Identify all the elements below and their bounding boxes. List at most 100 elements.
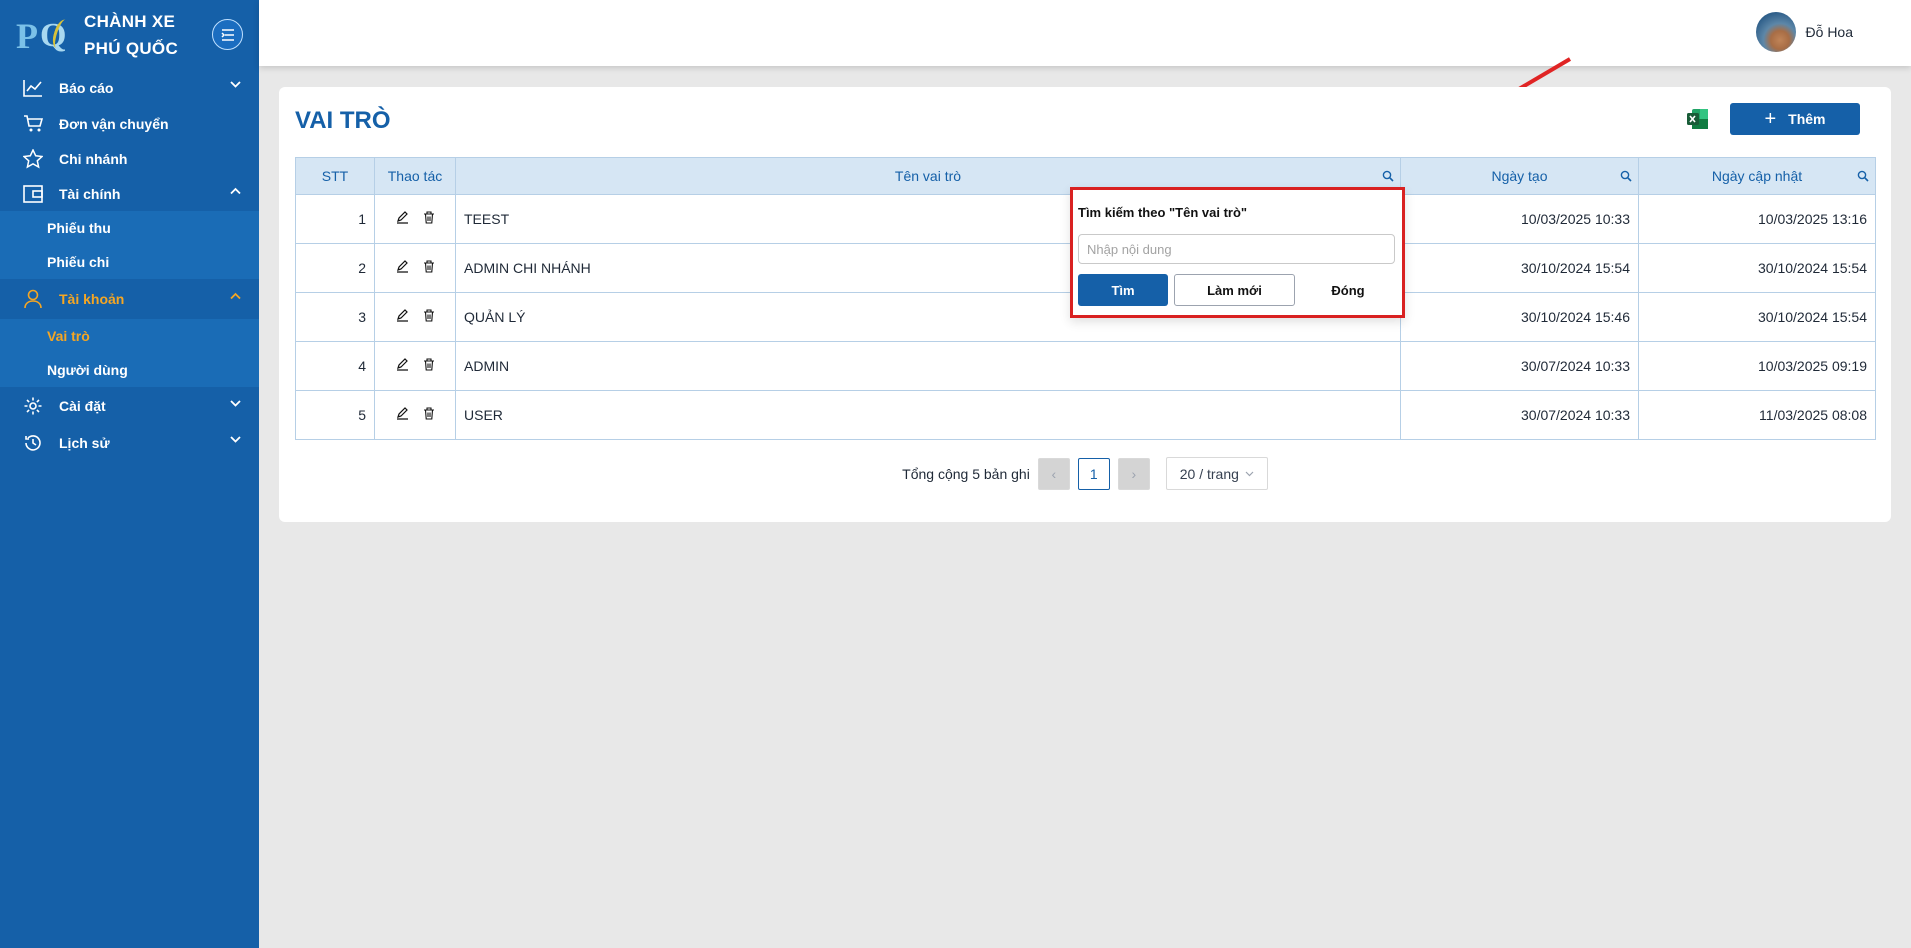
- sidebar-item-finance[interactable]: Tài chính: [0, 176, 259, 211]
- chevron-up-icon: [230, 187, 241, 195]
- chevron-down-icon: [230, 436, 241, 443]
- cell-role-name: ADMIN: [455, 341, 1401, 391]
- sidebar-item-label: Báo cáo: [59, 80, 114, 96]
- cell-actions: [374, 341, 456, 391]
- column-header-stt: STT: [295, 157, 375, 195]
- chevron-left-icon: ‹: [1051, 465, 1057, 482]
- cell-created: 30/10/2024 15:54: [1400, 243, 1639, 293]
- edit-icon[interactable]: [396, 260, 409, 273]
- cell-updated: 11/03/2025 08:08: [1638, 390, 1876, 440]
- top-header: Đỗ Hoa: [259, 0, 1911, 66]
- line-chart-icon: [22, 77, 44, 99]
- cell-actions: [374, 292, 456, 342]
- cart-icon: [22, 113, 44, 135]
- cell-actions: [374, 390, 456, 440]
- account-submenu: Vai trò Người dùng: [0, 319, 259, 387]
- sidebar-item-shipments[interactable]: Đơn vận chuyển: [0, 106, 259, 141]
- sidebar-item-label: Chi nhánh: [59, 150, 128, 167]
- menu-collapse-icon: [220, 28, 234, 41]
- total-records: Tổng cộng 5 bản ghi: [902, 465, 1030, 482]
- cell-created: 30/07/2024 10:33: [1400, 341, 1639, 391]
- wallet-icon: [22, 183, 44, 205]
- next-page-button[interactable]: ›: [1117, 457, 1150, 490]
- column-header-label: STT: [321, 168, 349, 184]
- delete-icon[interactable]: [423, 260, 435, 273]
- edit-icon[interactable]: [396, 309, 409, 322]
- column-header-label: Thao tác: [387, 168, 443, 184]
- sidebar-item-label: Lịch sử: [59, 434, 110, 451]
- sidebar-menu: Báo cáo Đơn vận chuyển Chi nhánh Tài chí…: [0, 70, 259, 460]
- brand-title: CHÀNH XE PHÚ QUỐC: [84, 8, 178, 62]
- sidebar-item-account[interactable]: Tài khoản: [0, 279, 259, 319]
- user-menu[interactable]: Đỗ Hoa: [1755, 12, 1853, 52]
- table-row: 5 USER 30/07/2024 10:33 11/03/2025 08:08: [295, 390, 1876, 440]
- cell-role-name: USER: [455, 390, 1401, 440]
- cell-updated: 10/03/2025 09:19: [1638, 341, 1876, 391]
- sidebar-item-receipts[interactable]: Phiếu thu: [0, 211, 259, 245]
- filter-reset-button[interactable]: Làm mới: [1174, 274, 1295, 306]
- sidebar-item-label: Tài khoản: [59, 291, 125, 307]
- excel-export-icon[interactable]: [1686, 107, 1710, 131]
- filter-search-button[interactable]: Tìm: [1078, 274, 1168, 306]
- history-icon: [22, 432, 44, 454]
- column-header-label: Ngày cập nhật: [1711, 168, 1803, 184]
- search-icon[interactable]: [1857, 170, 1869, 182]
- sidebar: PQ CHÀNH XE PHÚ QUỐC Báo cáo Đơn vận chu…: [0, 0, 259, 948]
- pagination: Tổng cộng 5 bản ghi ‹ 1 › 20 / trang: [279, 457, 1891, 490]
- filter-close-button[interactable]: Đóng: [1301, 274, 1395, 306]
- chevron-right-icon: ›: [1131, 465, 1137, 482]
- filter-popup-title: Tìm kiếm theo "Tên vai trò": [1078, 205, 1248, 220]
- edit-icon[interactable]: [396, 211, 409, 224]
- brand-logo: PQ: [14, 13, 73, 57]
- sidebar-item-roles[interactable]: Vai trò: [0, 319, 259, 353]
- sidebar-item-label: Đơn vận chuyển: [59, 115, 169, 132]
- column-header-actions: Thao tác: [374, 157, 456, 195]
- delete-icon[interactable]: [423, 309, 435, 322]
- brand-title-line2: PHÚ QUỐC: [84, 39, 179, 58]
- add-button[interactable]: + Thêm: [1730, 103, 1860, 135]
- prev-page-button[interactable]: ‹: [1037, 457, 1070, 490]
- sidebar-item-reports[interactable]: Báo cáo: [0, 70, 259, 106]
- delete-icon[interactable]: [423, 407, 435, 420]
- cell-stt: 4: [295, 341, 375, 391]
- star-icon: [22, 148, 44, 170]
- sidebar-item-history[interactable]: Lịch sử: [0, 425, 259, 460]
- search-icon[interactable]: [1382, 170, 1394, 182]
- delete-icon[interactable]: [423, 358, 435, 371]
- user-icon: [22, 288, 44, 310]
- page-size-select[interactable]: 20 / trang: [1165, 457, 1268, 490]
- cell-actions: [374, 194, 456, 244]
- sidebar-item-payments[interactable]: Phiếu chi: [0, 245, 259, 279]
- search-icon[interactable]: [1620, 170, 1632, 182]
- plus-icon: +: [1764, 108, 1777, 130]
- table-row: 4 ADMIN 30/07/2024 10:33 10/03/2025 09:1…: [295, 341, 1876, 391]
- brand: PQ CHÀNH XE PHÚ QUỐC: [0, 0, 259, 70]
- cell-stt: 1: [295, 194, 375, 244]
- sidebar-toggle-button[interactable]: [212, 19, 243, 50]
- edit-icon[interactable]: [396, 358, 409, 371]
- sidebar-item-users[interactable]: Người dùng: [0, 353, 259, 387]
- cell-updated: 10/03/2025 13:16: [1638, 194, 1876, 244]
- column-header-created: Ngày tạo: [1400, 157, 1639, 195]
- column-header-label: Ngày tạo: [1491, 168, 1548, 184]
- page-size-value: 20 / trang: [1179, 465, 1239, 482]
- delete-icon[interactable]: [423, 211, 435, 224]
- cell-actions: [374, 243, 456, 293]
- cell-stt: 3: [295, 292, 375, 342]
- column-header-label: Tên vai trò: [894, 168, 962, 184]
- sidebar-item-settings[interactable]: Cài đặt: [0, 387, 259, 425]
- sidebar-item-label: Tài chính: [59, 185, 121, 202]
- cell-stt: 5: [295, 390, 375, 440]
- cell-created: 30/10/2024 15:46: [1400, 292, 1639, 342]
- cell-stt: 2: [295, 243, 375, 293]
- sidebar-item-label: Cài đặt: [59, 398, 106, 414]
- gear-icon: [22, 395, 44, 417]
- add-button-label: Thêm: [1788, 111, 1826, 127]
- sidebar-item-branches[interactable]: Chi nhánh: [0, 141, 259, 176]
- cell-created: 10/03/2025 10:33: [1400, 194, 1639, 244]
- page-button-current[interactable]: 1: [1077, 457, 1110, 490]
- filter-search-input[interactable]: [1078, 234, 1395, 264]
- brand-title-line1: CHÀNH XE: [84, 12, 176, 31]
- edit-icon[interactable]: [396, 407, 409, 420]
- chevron-down-icon: [230, 81, 241, 88]
